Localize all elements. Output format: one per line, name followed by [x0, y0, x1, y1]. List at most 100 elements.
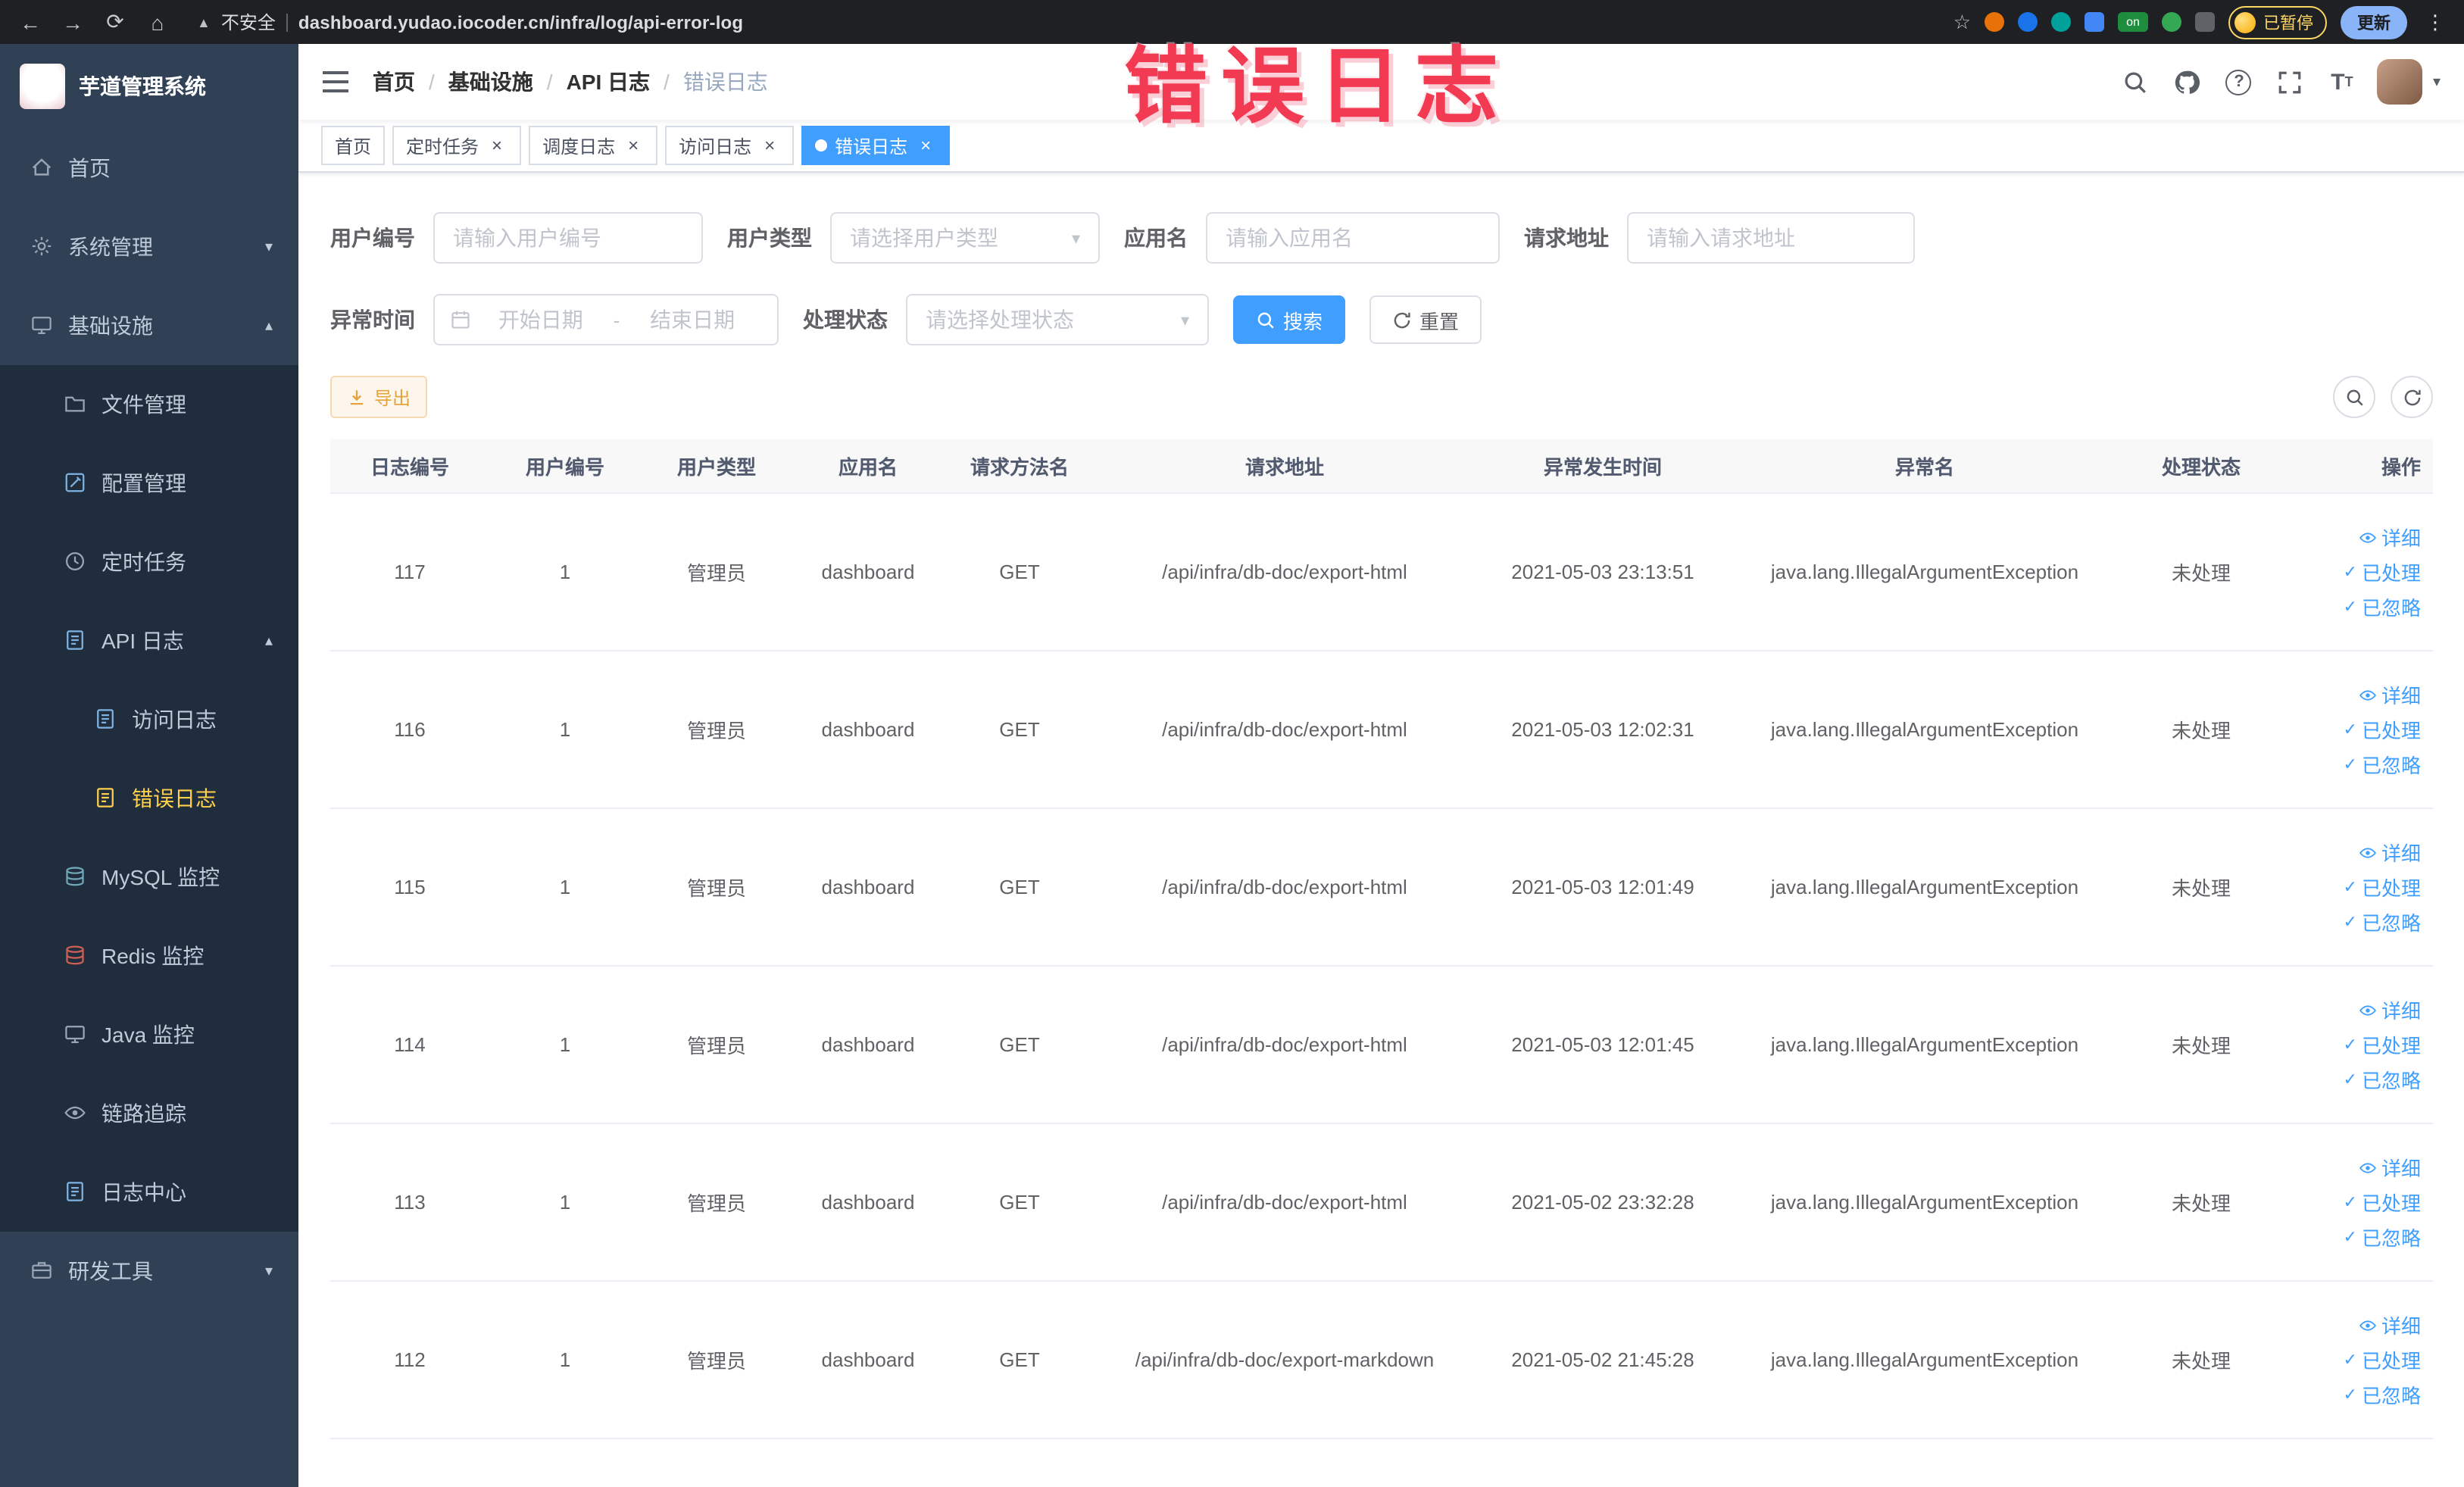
- extension-icon[interactable]: [1985, 12, 2004, 32]
- sidebar-item-tracing[interactable]: 链路追踪: [0, 1074, 298, 1153]
- processed-link[interactable]: ✓ 已处理: [2344, 1188, 2421, 1217]
- sidebar-item-api-log[interactable]: API 日志 ▴: [0, 601, 298, 680]
- address-bar[interactable]: ▲ 不安全 dashboard.yudao.iocoder.cn/infra/l…: [197, 9, 743, 35]
- search-icon[interactable]: [2110, 44, 2162, 120]
- ignored-link[interactable]: ✓ 已忽略: [2344, 908, 2421, 936]
- log-id-cell: 117: [394, 561, 426, 583]
- user-avatar[interactable]: [2376, 59, 2422, 105]
- sidebar-item-redis-monitor[interactable]: Redis 监控: [0, 917, 298, 995]
- close-icon[interactable]: ×: [915, 135, 936, 156]
- close-icon[interactable]: ×: [486, 135, 507, 156]
- tab-access-log[interactable]: 访问日志 ×: [665, 126, 795, 165]
- detail-link[interactable]: 详细: [2359, 1310, 2421, 1339]
- row-actions: 详细 ✓ 已处理 ✓ 已忽略: [2291, 995, 2421, 1094]
- browser-forward-icon[interactable]: →: [55, 5, 91, 39]
- extension-icon[interactable]: [2018, 12, 2038, 32]
- sidebar-item-label: 研发工具: [68, 1259, 153, 1283]
- sidebar-item-infrastructure[interactable]: 基础设施 ▴: [0, 286, 298, 365]
- sidebar-item-system-mgmt[interactable]: 系统管理 ▾: [0, 208, 298, 286]
- toggle-search-button[interactable]: [2333, 376, 2375, 418]
- sidebar-item-access-log[interactable]: 访问日志: [0, 680, 298, 759]
- field-label: 请求地址: [1524, 226, 1609, 250]
- logo-avatar: [20, 64, 65, 109]
- processed-link[interactable]: ✓ 已处理: [2344, 873, 2421, 901]
- detail-link[interactable]: 详细: [2359, 838, 2421, 867]
- browser-menu-icon[interactable]: ⋮: [2421, 10, 2450, 34]
- breadcrumb-infrastructure[interactable]: 基础设施: [448, 67, 533, 97]
- exception-time-range-picker[interactable]: 开始日期 - 结束日期: [433, 294, 779, 345]
- sidebar-item-label: 访问日志: [132, 708, 217, 732]
- sidebar-item-error-log[interactable]: 错误日志: [0, 759, 298, 838]
- sidebar-menu: 首页 系统管理 ▾ 基础设施 ▴ 文件管理 配置管理 定时任务 API 日志 ▴…: [0, 129, 298, 1310]
- tab-timed-task[interactable]: 定时任务 ×: [392, 126, 522, 165]
- sidebar-item-dev-tools[interactable]: 研发工具 ▾: [0, 1232, 298, 1310]
- close-icon[interactable]: ×: [759, 135, 780, 156]
- sidebar-item-java-monitor[interactable]: Java 监控: [0, 995, 298, 1074]
- column-header: 操作: [2381, 456, 2421, 479]
- refresh-table-button[interactable]: [2391, 376, 2433, 418]
- breadcrumb-api-log[interactable]: API 日志: [567, 67, 650, 97]
- sidebar-item-timed-task[interactable]: 定时任务: [0, 523, 298, 601]
- process-status-select[interactable]: 请选择处理状态 ▾: [906, 294, 1209, 345]
- app-name-input[interactable]: [1206, 212, 1500, 264]
- extension-icon[interactable]: [2162, 12, 2181, 32]
- ignored-link[interactable]: ✓ 已忽略: [2344, 1223, 2421, 1251]
- search-button[interactable]: 搜索: [1233, 295, 1346, 344]
- request-url-input[interactable]: [1627, 212, 1915, 264]
- extension-icon[interactable]: [2195, 12, 2215, 32]
- detail-link[interactable]: 详细: [2359, 680, 2421, 709]
- sidebar-item-mysql-monitor[interactable]: MySQL 监控: [0, 838, 298, 917]
- user-type-select[interactable]: 请选择用户类型 ▾: [830, 212, 1100, 264]
- browser-home-icon[interactable]: ⌂: [139, 5, 176, 39]
- sidebar-item-log-center[interactable]: 日志中心: [0, 1153, 298, 1232]
- font-size-icon[interactable]: TT: [2316, 44, 2368, 120]
- extension-icon[interactable]: [2051, 12, 2071, 32]
- browser-update-button[interactable]: 更新: [2341, 5, 2407, 39]
- export-button[interactable]: 导出: [330, 376, 428, 418]
- breadcrumb-home[interactable]: 首页: [373, 67, 415, 97]
- ignored-link[interactable]: ✓ 已忽略: [2344, 592, 2421, 621]
- close-icon[interactable]: ×: [623, 135, 644, 156]
- processed-link[interactable]: ✓ 已处理: [2344, 1030, 2421, 1059]
- monitor-icon: [30, 314, 55, 338]
- extension-on-badge[interactable]: on: [2118, 12, 2148, 32]
- sidebar-item-file-mgmt[interactable]: 文件管理: [0, 365, 298, 444]
- table-row: 113 1 管理员 dashboard GET /api/infra/db-do…: [330, 1124, 2433, 1282]
- github-icon[interactable]: [2162, 44, 2213, 120]
- help-icon[interactable]: ?: [2213, 44, 2265, 120]
- check-icon: ✓: [2343, 756, 2357, 774]
- ignored-link[interactable]: ✓ 已忽略: [2344, 1065, 2421, 1094]
- processed-link[interactable]: ✓ 已处理: [2344, 1345, 2421, 1374]
- sidebar-item-config-mgmt[interactable]: 配置管理: [0, 444, 298, 523]
- detail-link[interactable]: 详细: [2359, 1153, 2421, 1182]
- tab-schedule-log[interactable]: 调度日志 ×: [529, 126, 658, 165]
- hamburger-icon[interactable]: [298, 71, 373, 92]
- select-placeholder: 请选择用户类型: [850, 226, 998, 250]
- detail-link[interactable]: 详细: [2359, 523, 2421, 551]
- ignored-link[interactable]: ✓ 已忽略: [2344, 750, 2421, 779]
- detail-link[interactable]: 详细: [2359, 995, 2421, 1024]
- sidebar-item-home[interactable]: 首页: [0, 129, 298, 208]
- processed-link[interactable]: ✓ 已处理: [2344, 558, 2421, 586]
- breadcrumb: 首页 / 基础设施 / API 日志 / 错误日志: [373, 67, 768, 97]
- bookmark-star-icon[interactable]: ☆: [1953, 10, 1971, 34]
- tab-label: 定时任务: [406, 136, 479, 157]
- request-url-cell: /api/infra/db-doc/export-html: [1162, 876, 1407, 898]
- tab-home[interactable]: 首页: [321, 126, 386, 165]
- eye-icon: [2359, 1158, 2377, 1176]
- user-id-input[interactable]: [433, 212, 703, 264]
- browser-back-icon[interactable]: ←: [12, 5, 48, 39]
- browser-reload-icon[interactable]: ⟳: [97, 5, 133, 39]
- error-log-table: 日志编号 用户编号 用户类型 应用名 请求方法名 请求地址 异常发生时间 异常名…: [330, 439, 2433, 1439]
- chevron-down-icon[interactable]: ▾: [2433, 73, 2441, 90]
- tags-view-bar: 首页 定时任务 × 调度日志 × 访问日志 × 错误日志 ×: [298, 120, 2464, 173]
- profile-paused-badge[interactable]: 已暂停: [2228, 5, 2327, 39]
- extension-icon[interactable]: [2085, 12, 2104, 32]
- processed-link[interactable]: ✓ 已处理: [2344, 715, 2421, 744]
- ignored-link[interactable]: ✓ 已忽略: [2344, 1380, 2421, 1409]
- filter-row-2: 异常时间 开始日期 - 结束日期 处理状态 请选择处理状态 ▾ 搜索 重置: [330, 294, 2433, 345]
- fullscreen-icon[interactable]: [2265, 44, 2316, 120]
- status-cell: 未处理: [2171, 1350, 2231, 1373]
- reset-button[interactable]: 重置: [1369, 295, 1482, 344]
- tab-error-log[interactable]: 错误日志 ×: [801, 126, 951, 165]
